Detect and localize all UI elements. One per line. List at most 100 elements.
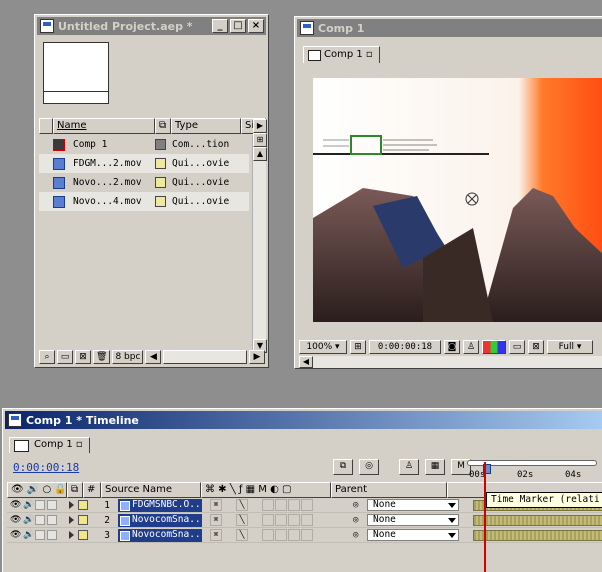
adjustment-switch[interactable] (301, 529, 313, 541)
project-item[interactable]: Comp 1 Com...tion (39, 135, 249, 154)
draft-3d-icon[interactable]: ♙ (399, 459, 419, 475)
source-name-column-header[interactable]: Source Name (101, 482, 201, 498)
project-item[interactable]: Novo...2.mov Qui...ovie (39, 173, 249, 192)
quality-switch-icon[interactable]: ╲ (236, 529, 248, 541)
label-swatch[interactable] (155, 177, 166, 188)
layer-source-name[interactable]: NovocomSna... (118, 513, 202, 527)
scroll-left-arrow-icon[interactable]: ◀ (145, 350, 162, 364)
name-column-header[interactable]: Name (53, 118, 155, 134)
safe-margins-icon[interactable]: ⊞ (350, 340, 366, 354)
motion-blur-switch[interactable] (288, 529, 300, 541)
layer-label-swatch[interactable] (78, 530, 88, 540)
tab-close-icon[interactable]: ▫ (366, 49, 373, 60)
speaker-icon[interactable]: 🔊 (23, 515, 34, 525)
eye-icon[interactable]: 👁 (10, 500, 21, 510)
close-button[interactable]: × (248, 19, 264, 33)
number-column-header[interactable]: # (83, 482, 101, 498)
frame-blend-switch[interactable] (275, 499, 287, 511)
layer-row[interactable]: 👁 🔊 3 NovocomSna... ⌘ ╲ ◎ None (7, 528, 602, 543)
parent-dropdown[interactable]: None (367, 499, 459, 511)
type-column-header[interactable]: Type (171, 118, 241, 134)
lock-switch[interactable] (47, 515, 57, 525)
effect-switch[interactable] (262, 529, 274, 541)
channels-icon[interactable] (482, 340, 506, 354)
comp-titlebar[interactable]: Comp 1 (297, 19, 602, 37)
layer-row[interactable]: 👁 🔊 2 NovocomSna... ⌘ ╲ ◎ None (7, 513, 602, 528)
pick-whip-icon[interactable]: ◎ (353, 515, 358, 525)
timeline-titlebar[interactable]: Comp 1 * Timeline (5, 411, 602, 429)
layer-label-swatch[interactable] (78, 515, 88, 525)
eye-icon[interactable]: 👁 (10, 530, 21, 540)
speaker-icon[interactable]: 🔊 (23, 530, 34, 540)
label-swatch[interactable] (155, 139, 166, 150)
parent-dropdown[interactable]: None (367, 514, 459, 526)
minimize-button[interactable]: _ (212, 19, 228, 33)
motion-blur-switch[interactable] (288, 514, 300, 526)
layer-source-name[interactable]: NovocomSna... (118, 528, 202, 542)
composition-window[interactable]: Comp 1 Comp 1 ▫ 100% ▾ ⊞ 0:00:00:18 ◙ ♙ … (294, 16, 602, 369)
switches-header[interactable]: ⌘ ✱ ╲ ƒ ▦ M ◐ ▢ (201, 482, 331, 498)
project-item[interactable]: FDGM...2.mov Qui...ovie (39, 154, 249, 173)
frame-blending-icon[interactable]: ▦ (425, 459, 445, 475)
av-features-header[interactable]: 👁 🔊 ○ 🔒 (7, 482, 67, 498)
layer-duration-bar[interactable] (473, 529, 602, 541)
parent-column-header[interactable]: Parent (331, 482, 447, 498)
solo-switch[interactable] (35, 500, 45, 510)
tab-comp-1[interactable]: Comp 1 ▫ (303, 46, 380, 63)
parent-dropdown[interactable]: None (367, 529, 459, 541)
adjustment-switch[interactable] (301, 499, 313, 511)
tag-column-icon[interactable]: ⧉ (155, 118, 171, 134)
scroll-left-arrow-icon[interactable]: ◀ (299, 356, 313, 368)
layer-label-swatch[interactable] (78, 500, 88, 510)
comp-timecode[interactable]: 0:00:00:18 (369, 340, 441, 354)
shy-switch-icon[interactable]: ⌘ (210, 514, 222, 526)
flowchart-icon[interactable]: ⊞ (253, 133, 267, 147)
project-titlebar[interactable]: Untitled Project.aep * _ □ × (37, 17, 266, 35)
expand-triangle-icon[interactable] (69, 516, 74, 524)
layer-duration-bar[interactable] (473, 514, 602, 526)
show-snapshot-icon[interactable]: ♙ (463, 340, 479, 354)
motion-blur-switch[interactable] (288, 499, 300, 511)
project-vertical-scrollbar[interactable]: ▶ ⊞ ▲ ▼ (252, 119, 267, 353)
lock-switch[interactable] (47, 500, 57, 510)
bpc-button[interactable]: 8 bpc (112, 350, 144, 364)
trash-icon[interactable]: 🗑 (93, 350, 111, 364)
layer-source-name[interactable]: FDGMSNBC.O... (118, 498, 202, 512)
zoom-dropdown[interactable]: 100% ▾ (299, 340, 347, 354)
lock-switch[interactable] (47, 530, 57, 540)
timeline-window[interactable]: Comp 1 * Timeline Comp 1 ▫ 0:00:00:18 ⧉ … (2, 408, 602, 572)
scroll-up-arrow-icon[interactable]: ▲ (253, 147, 267, 161)
wireframe-interactions-icon[interactable]: ◎ (359, 459, 379, 475)
eye-icon[interactable]: 👁 (10, 515, 21, 525)
resolution-dropdown[interactable]: Full ▾ (547, 340, 593, 354)
comp-horizontal-scrollbar[interactable]: ◀ (299, 356, 602, 368)
scroll-right-arrow-icon[interactable]: ▶ (249, 350, 265, 364)
project-item[interactable]: Novo...4.mov Qui...ovie (39, 192, 249, 211)
label-column-handle[interactable] (39, 118, 53, 134)
new-composition-icon[interactable]: ⊠ (75, 350, 91, 364)
pick-whip-icon[interactable]: ◎ (353, 500, 358, 510)
shy-switch-icon[interactable]: ⌘ (210, 529, 222, 541)
solo-switch[interactable] (35, 530, 45, 540)
tab-close-icon[interactable]: ▫ (76, 439, 83, 450)
quality-switch-icon[interactable]: ╲ (236, 514, 248, 526)
pick-whip-icon[interactable]: ◎ (353, 530, 358, 540)
label-swatch[interactable] (155, 196, 166, 207)
snapshot-icon[interactable]: ◙ (444, 340, 460, 354)
label-header-icon[interactable]: ⧉ (67, 482, 83, 498)
horizontal-scroll-track[interactable] (163, 350, 247, 364)
speaker-icon[interactable]: 🔊 (23, 500, 34, 510)
find-icon[interactable]: ⌕ (39, 350, 55, 364)
effect-switch[interactable] (262, 514, 274, 526)
composition-viewer[interactable] (313, 78, 602, 322)
project-window[interactable]: Untitled Project.aep * _ □ × Name ⧉ Type… (34, 14, 269, 368)
expand-triangle-icon[interactable] (69, 501, 74, 509)
playhead-line[interactable] (484, 462, 486, 572)
frame-blend-switch[interactable] (275, 529, 287, 541)
label-swatch[interactable] (155, 158, 166, 169)
timeline-timecode[interactable]: 0:00:00:18 (13, 461, 79, 474)
region-of-interest-icon[interactable]: ▭ (509, 340, 525, 354)
tab-comp-1[interactable]: Comp 1 ▫ (9, 437, 90, 453)
frame-blend-switch[interactable] (275, 514, 287, 526)
quality-switch-icon[interactable]: ╲ (236, 499, 248, 511)
